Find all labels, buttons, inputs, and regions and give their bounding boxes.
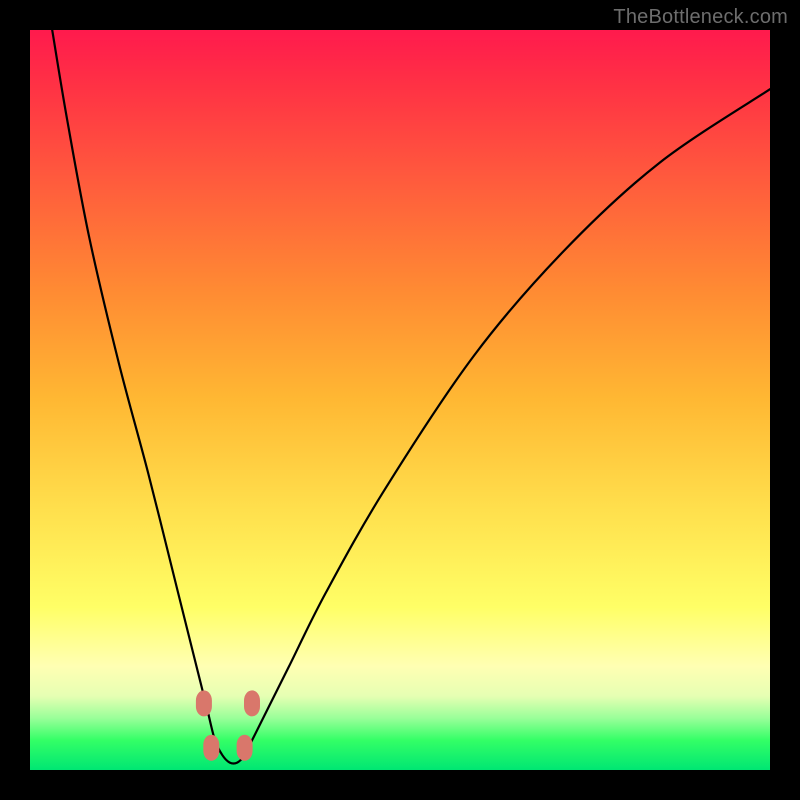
curve-path (52, 30, 770, 764)
plot-area (30, 30, 770, 770)
curve-marker (237, 735, 253, 761)
curve-marker (244, 690, 260, 716)
watermark-text: TheBottleneck.com (613, 6, 788, 29)
curve-marker (203, 735, 219, 761)
chart-frame: TheBottleneck.com (0, 0, 800, 800)
marker-group (196, 690, 260, 760)
curve-marker (196, 690, 212, 716)
bottleneck-curve (30, 30, 770, 770)
